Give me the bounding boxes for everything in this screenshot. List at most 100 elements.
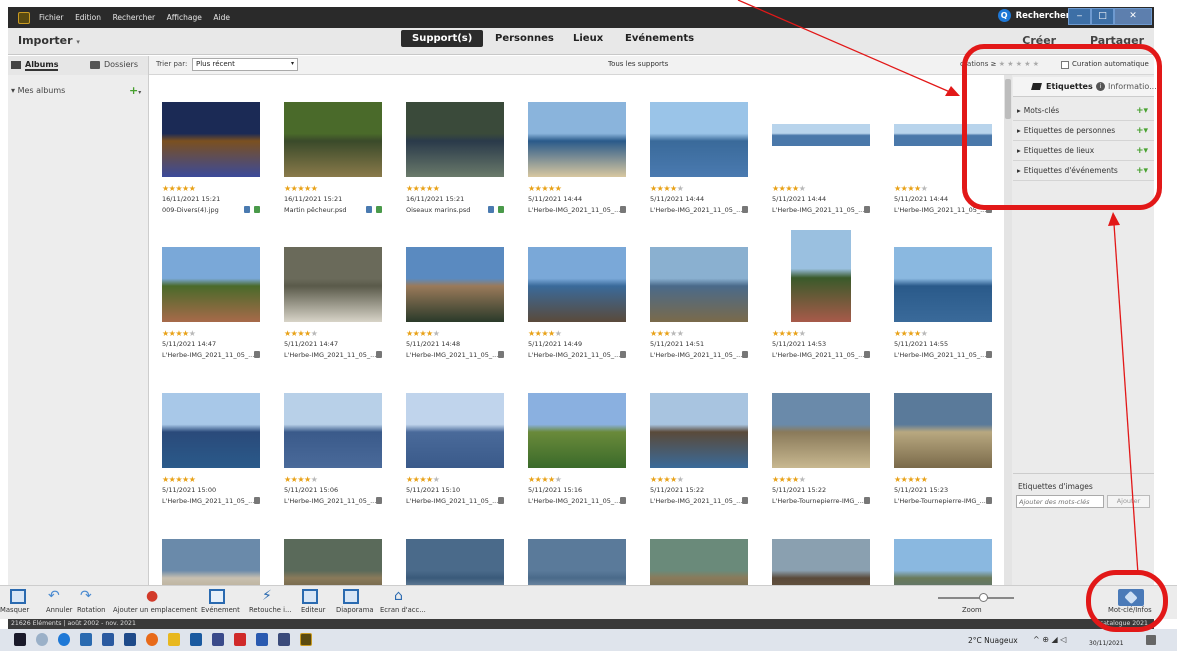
tab-media[interactable]: Support(s) (401, 30, 484, 47)
rating-stars[interactable]: ★★★★★ (894, 475, 928, 484)
tab-people[interactable]: Personnes (495, 33, 554, 44)
photo-thumbnail[interactable]: ★★★★★ 5/11/2021 15:00 L'Herbe-IMG_2021_11_… (162, 393, 260, 533)
photo-thumbnail[interactable]: ★★★★★ 5/11/2021 15:06 L'Herbe-IMG_2021_11_… (284, 393, 382, 533)
hide-panel-icon[interactable] (10, 589, 26, 604)
app-icon[interactable] (80, 633, 92, 646)
folder-taskbar-icon[interactable] (168, 633, 180, 646)
image-tags-input[interactable] (1016, 495, 1104, 508)
photo-image[interactable] (162, 393, 260, 468)
photo-image[interactable] (894, 247, 992, 322)
photo-thumbnail[interactable] (772, 539, 870, 585)
undo-icon[interactable]: ↶ (48, 589, 64, 604)
photo-image[interactable] (894, 393, 992, 468)
app-icon[interactable] (278, 633, 290, 646)
notification-icon[interactable] (1146, 635, 1156, 645)
rating-stars[interactable]: ★★★★★ (650, 184, 684, 193)
rating-stars[interactable]: ★★★★★ (162, 475, 196, 484)
add-album-icon[interactable]: +▾ (129, 84, 141, 97)
photo-image[interactable] (406, 247, 504, 322)
photo-thumbnail[interactable] (162, 539, 260, 585)
rating-stars[interactable]: ★★★★★ (894, 184, 928, 193)
close-button[interactable]: ✕ (1114, 8, 1152, 25)
rating-stars[interactable]: ★★★★★ (772, 475, 806, 484)
tab-places[interactable]: Lieux (573, 33, 603, 44)
location-pin-icon[interactable]: ● (146, 589, 162, 604)
menu-file[interactable]: Fichier (39, 13, 64, 22)
elements-icon[interactable] (300, 633, 312, 646)
rating-stars[interactable]: ★★★★★ (284, 184, 318, 193)
photo-thumbnail[interactable] (894, 539, 992, 585)
event-button[interactable]: Evénement (201, 606, 240, 614)
add-tag-button[interactable]: Ajouter (1107, 495, 1150, 508)
calendar-icon[interactable] (209, 589, 225, 604)
lightning-icon[interactable]: ⚡ (262, 589, 278, 604)
photo-thumbnail[interactable]: ★★★★★ 5/11/2021 14:55 L'Herbe-IMG_2021_11_… (894, 247, 992, 387)
photo-thumbnail[interactable]: ★★★★★ 16/11/2021 15:21 Oiseaux marins.psd (406, 102, 504, 242)
photo-image[interactable] (791, 230, 851, 322)
firefox-icon[interactable] (146, 633, 158, 646)
defender-icon[interactable] (102, 633, 114, 646)
shield-icon[interactable] (234, 633, 246, 646)
tab-albums[interactable]: Albums (25, 60, 59, 71)
photo-thumbnail[interactable] (284, 539, 382, 585)
photo-image[interactable] (162, 247, 260, 322)
photo-image[interactable] (284, 539, 382, 585)
menu-help[interactable]: Aide (213, 13, 230, 22)
rating-stars[interactable]: ★★★★★ (284, 475, 318, 484)
photo-thumbnail[interactable]: ★★★★★ 5/11/2021 14:47 L'Herbe-IMG_2021_11_… (162, 247, 260, 387)
photo-image[interactable] (284, 247, 382, 322)
rotate-button[interactable]: Rotation (77, 606, 105, 614)
rating-stars[interactable]: ★★★★★ (406, 184, 440, 193)
photo-thumbnail[interactable]: ★★★★★ 16/11/2021 15:21 009-Divers(4).jpg (162, 102, 260, 242)
photo-image[interactable] (406, 393, 504, 468)
menu-view[interactable]: Affichage (167, 13, 202, 22)
rating-stars[interactable]: ★★★★★ (284, 329, 318, 338)
zoom-slider[interactable] (938, 597, 1014, 599)
rating-stars[interactable]: ★★★★★ (528, 329, 562, 338)
add-location-button[interactable]: Ajouter un emplacement (113, 606, 197, 614)
slideshow-icon[interactable] (343, 589, 359, 604)
photo-image[interactable] (650, 102, 748, 177)
quick-fix-button[interactable]: Retouche i... (249, 606, 292, 614)
my-albums-header[interactable]: ▾ Mes albums (11, 86, 65, 95)
photo-thumbnail[interactable]: ★★★★★ 5/11/2021 14:48 L'Herbe-IMG_2021_11_… (406, 247, 504, 387)
photo-image[interactable] (772, 124, 870, 146)
import-button[interactable]: Importer ▾ (18, 34, 80, 47)
menu-search[interactable]: Rechercher (113, 13, 155, 22)
photo-thumbnail[interactable]: ★★★★★ 5/11/2021 14:53 L'Herbe-IMG_2021_11_… (772, 230, 870, 387)
clock-date[interactable]: 30/11/2021 (1089, 640, 1124, 647)
photo-thumbnail[interactable]: ★★★★★ 5/11/2021 15:22 L'Herbe-Tournepierre… (772, 393, 870, 533)
undo-button[interactable]: Annuler (46, 606, 72, 614)
search-button[interactable]: Q Rechercher (997, 9, 1070, 22)
photo-thumbnail[interactable]: ★★★★★ 5/11/2021 14:44 L'Herbe-IMG_2021_11_… (772, 102, 870, 242)
rating-stars[interactable]: ★★★★★ (528, 475, 562, 484)
rotate-icon[interactable]: ↷ (80, 589, 96, 604)
home-screen-button[interactable]: Ecran d'acc... (380, 606, 426, 614)
photo-image[interactable] (772, 539, 870, 585)
editor-button[interactable]: Editeur (301, 606, 325, 614)
photo-thumbnail[interactable]: ★★★★★ 16/11/2021 15:21 Martin pêcheur.psd (284, 102, 382, 242)
photo-thumbnail[interactable]: ★★★★★ 5/11/2021 15:22 L'Herbe-IMG_2021_11_… (650, 393, 748, 533)
photo-image[interactable] (162, 539, 260, 585)
photo-image[interactable] (284, 102, 382, 177)
photo-image[interactable] (406, 102, 504, 177)
photo-image[interactable] (528, 102, 626, 177)
photo-thumbnail[interactable]: ★★★★★ 5/11/2021 14:49 L'Herbe-IMG_2021_11_… (528, 247, 626, 387)
photo-thumbnail[interactable] (528, 539, 626, 585)
photo-thumbnail[interactable]: ★★★★★ 5/11/2021 14:47 L'Herbe-IMG_2021_11_… (284, 247, 382, 387)
photo-image[interactable] (772, 393, 870, 468)
tab-events[interactable]: Evénements (625, 33, 694, 44)
rating-stars[interactable]: ★★★★★ (162, 329, 196, 338)
photo-image[interactable] (528, 247, 626, 322)
rating-stars[interactable]: ★★★★★ (772, 184, 806, 193)
photo-thumbnail[interactable]: ★★★★★ 5/11/2021 14:51 L'Herbe-IMG_2021_11_… (650, 247, 748, 387)
editor-icon[interactable] (302, 589, 318, 604)
minimize-button[interactable]: ‒ (1068, 8, 1091, 25)
photo-thumbnail[interactable]: ★★★★★ 5/11/2021 15:10 L'Herbe-IMG_2021_11_… (406, 393, 504, 533)
rating-stars[interactable]: ★★★★★ (162, 184, 196, 193)
system-tray-icons[interactable]: ^ ⊕ ◢ ◁ (1033, 635, 1066, 644)
zoom-slider-handle[interactable] (979, 593, 988, 602)
photo-image[interactable] (284, 393, 382, 468)
photo-thumbnail[interactable]: ★★★★★ 5/11/2021 15:23 L'Herbe-Tournepierre… (894, 393, 992, 533)
hide-button[interactable]: Masquer (0, 606, 29, 614)
